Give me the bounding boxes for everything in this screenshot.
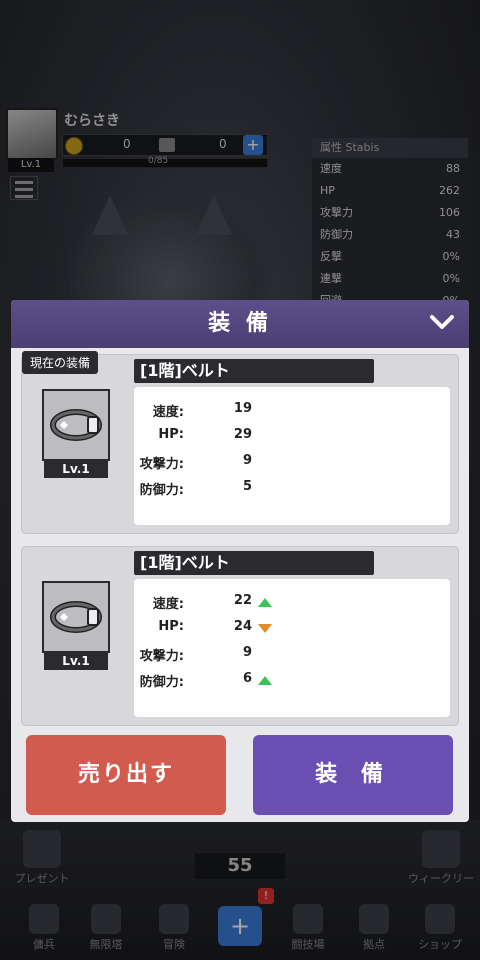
stat-value: 24 (233, 619, 252, 634)
current-equipment-card: 現在の装備 Lv.1 [1階]ベルト 速度: 19 HP: 29 攻撃力: 9 防御力: 5 (21, 351, 459, 534)
current-stats-panel: 速度: 19 HP: 29 攻撃力: 9 防御力: 5 (134, 387, 450, 525)
stat-label: 攻撃力: (139, 457, 184, 472)
stat-row: 速度: 22 (134, 593, 334, 615)
arrow-down-icon (258, 624, 272, 633)
stat-value: 5 (242, 479, 252, 494)
stat-value: 9 (242, 645, 252, 660)
item-level: Lv.1 (44, 460, 108, 478)
stat-label: HP: (158, 619, 184, 634)
item-slot[interactable] (42, 389, 110, 461)
chevron-down-icon[interactable] (429, 312, 455, 332)
item-level: Lv.1 (44, 652, 108, 670)
item-slot[interactable] (42, 581, 110, 653)
stat-row: HP: 24 (134, 619, 334, 641)
modal-header: 装 備 (11, 300, 469, 348)
current-equipment-tag: 現在の装備 (22, 351, 99, 374)
sell-button[interactable]: 売り出す (26, 735, 226, 815)
stat-row: 速度: 19 (134, 401, 334, 423)
item-name: [1階]ベルト (134, 551, 374, 575)
modal-title: 装 備 (208, 311, 272, 336)
item-name: [1階]ベルト (134, 359, 374, 383)
candidate-stats-panel: 速度: 22 HP: 24 攻撃力: 9 防御力: 6 (134, 579, 450, 717)
stat-label: 防御力: (139, 483, 184, 498)
stat-value: 6 (242, 671, 252, 686)
stat-label: 防御力: (139, 675, 184, 690)
stat-label: HP: (158, 427, 184, 442)
arrow-up-icon (258, 676, 272, 685)
stat-label: 速度: (152, 597, 184, 612)
belt-icon (50, 409, 102, 441)
stat-value: 29 (233, 427, 252, 442)
belt-icon (50, 601, 102, 633)
stat-label: 速度: (152, 405, 184, 420)
stat-row: 攻撃力: 9 (134, 645, 334, 667)
stat-row: 攻撃力: 9 (134, 453, 334, 475)
stat-row: HP: 29 (134, 427, 334, 449)
stat-value: 19 (233, 401, 252, 416)
stat-label: 攻撃力: (139, 649, 184, 664)
stat-row: 防御力: 5 (134, 479, 334, 501)
stat-row: 防御力: 6 (134, 671, 334, 693)
arrow-up-icon (258, 598, 272, 607)
equip-button[interactable]: 装 備 (253, 735, 453, 815)
stat-value: 9 (242, 453, 252, 468)
candidate-equipment-card: Lv.1 [1階]ベルト 速度: 22 HP: 24 攻撃力: 9 防御力: 6 (21, 546, 459, 726)
equip-modal: 装 備 現在の装備 Lv.1 [1階]ベルト 速度: 19 HP: 29 攻撃力: 9 防御… (11, 300, 469, 822)
stat-value: 22 (233, 593, 252, 608)
